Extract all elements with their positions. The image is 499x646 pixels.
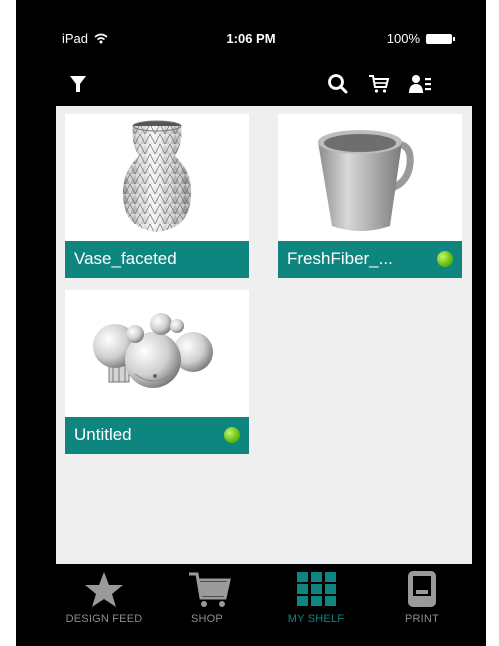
shelf-grid: Vase_faceted FreshFiber_... Untitled — [56, 106, 472, 564]
tab-design-feed[interactable]: DESIGN FEED — [56, 566, 152, 632]
status-right: 100% — [386, 31, 455, 46]
tab-label: DESIGN FEED — [65, 613, 143, 625]
ipad-screen: iPad 1:06 PM 100% Vase_faceted FreshFibe… — [16, 0, 486, 646]
tab-label: SHOP — [191, 613, 223, 625]
account-icon[interactable] — [408, 72, 432, 96]
item-title-bar: FreshFiber_... — [278, 241, 462, 278]
grid-icon — [297, 572, 336, 606]
cart-icon[interactable] — [367, 72, 391, 96]
vase-thumbnail — [122, 120, 192, 232]
top-toolbar — [16, 72, 486, 104]
cart-icon — [189, 572, 231, 607]
search-icon[interactable] — [326, 72, 350, 96]
cup-thumbnail — [318, 130, 414, 231]
status-dot-icon — [437, 251, 453, 267]
battery-icon — [426, 33, 455, 44]
bottom-tab-bar: DESIGN FEED SHOP MY SHELF PRINT — [56, 566, 472, 632]
printer-icon — [408, 571, 436, 607]
shelf-item[interactable]: Untitled — [65, 290, 249, 454]
tab-print[interactable]: PRINT — [374, 566, 470, 632]
tab-my-shelf[interactable]: MY SHELF — [268, 566, 364, 632]
filter-icon[interactable] — [66, 72, 90, 96]
status-dot-icon — [224, 427, 240, 443]
battery-percent: 100% — [386, 31, 420, 46]
tab-label: MY SHELF — [287, 613, 345, 625]
item-title-bar: Untitled — [65, 417, 249, 454]
item-title: Vase_faceted — [74, 249, 177, 268]
item-title-bar: Vase_faceted — [65, 241, 249, 278]
item-title: FreshFiber_... — [287, 249, 393, 268]
status-bar: iPad 1:06 PM 100% — [16, 28, 486, 52]
tab-shop[interactable]: SHOP — [159, 566, 255, 632]
model-thumbnail — [93, 313, 213, 388]
shelf-item[interactable]: FreshFiber_... — [278, 114, 462, 278]
item-title: Untitled — [74, 425, 132, 444]
shelf-item[interactable]: Vase_faceted — [65, 114, 249, 278]
tab-label: PRINT — [405, 613, 439, 625]
star-icon — [85, 572, 123, 607]
